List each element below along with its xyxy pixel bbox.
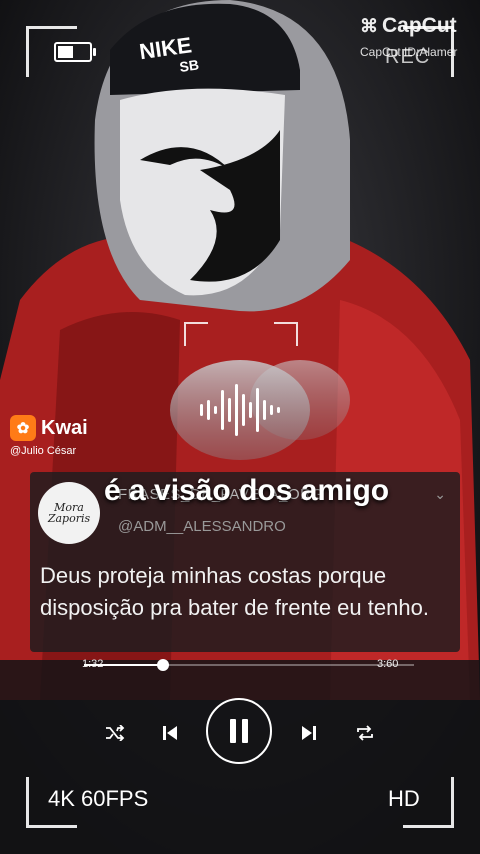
quality-badge: HD [388, 786, 420, 811]
next-track-icon[interactable] [294, 718, 324, 748]
capcut-watermark: ⌘ CapCut [360, 14, 457, 38]
shuffle-icon[interactable] [100, 718, 130, 748]
pause-icon [230, 719, 248, 743]
previous-track-icon[interactable] [155, 718, 185, 748]
focus-bracket-right [274, 322, 298, 346]
progress-fill [84, 664, 164, 666]
capcut-logo-icon: ⌘ [360, 15, 378, 36]
caption-text: é a visão dos amigo [104, 474, 390, 507]
fps-badge: 4K 60FPS [48, 786, 149, 811]
capcut-logo-text: CapCut [382, 14, 457, 37]
repeat-icon[interactable] [350, 718, 380, 748]
pause-button[interactable] [206, 698, 272, 764]
kwai-username: @Julio César [10, 445, 77, 457]
battery-icon [54, 42, 96, 62]
capcut-id: CapCut ID:Alamer [360, 45, 458, 59]
tweet-avatar[interactable]: Mora Zaporis [38, 482, 100, 544]
chevron-down-icon[interactable]: ⌄ [434, 486, 446, 503]
kwai-brand: Kwai [41, 416, 88, 439]
tweet-handle: @ADM__ALESSANDRO [118, 518, 286, 535]
battery-level [58, 46, 73, 58]
tweet-text: Deus proteja minhas costas porque dispos… [40, 563, 429, 620]
svg-text:SB: SB [178, 56, 199, 75]
audio-waveform-icon [200, 384, 280, 436]
kwai-logo-icon: ✿ [10, 415, 36, 441]
kwai-watermark: ✿ Kwai @Julio César [10, 415, 88, 457]
progress-bar[interactable] [84, 659, 414, 671]
focus-bracket-left [184, 322, 208, 346]
